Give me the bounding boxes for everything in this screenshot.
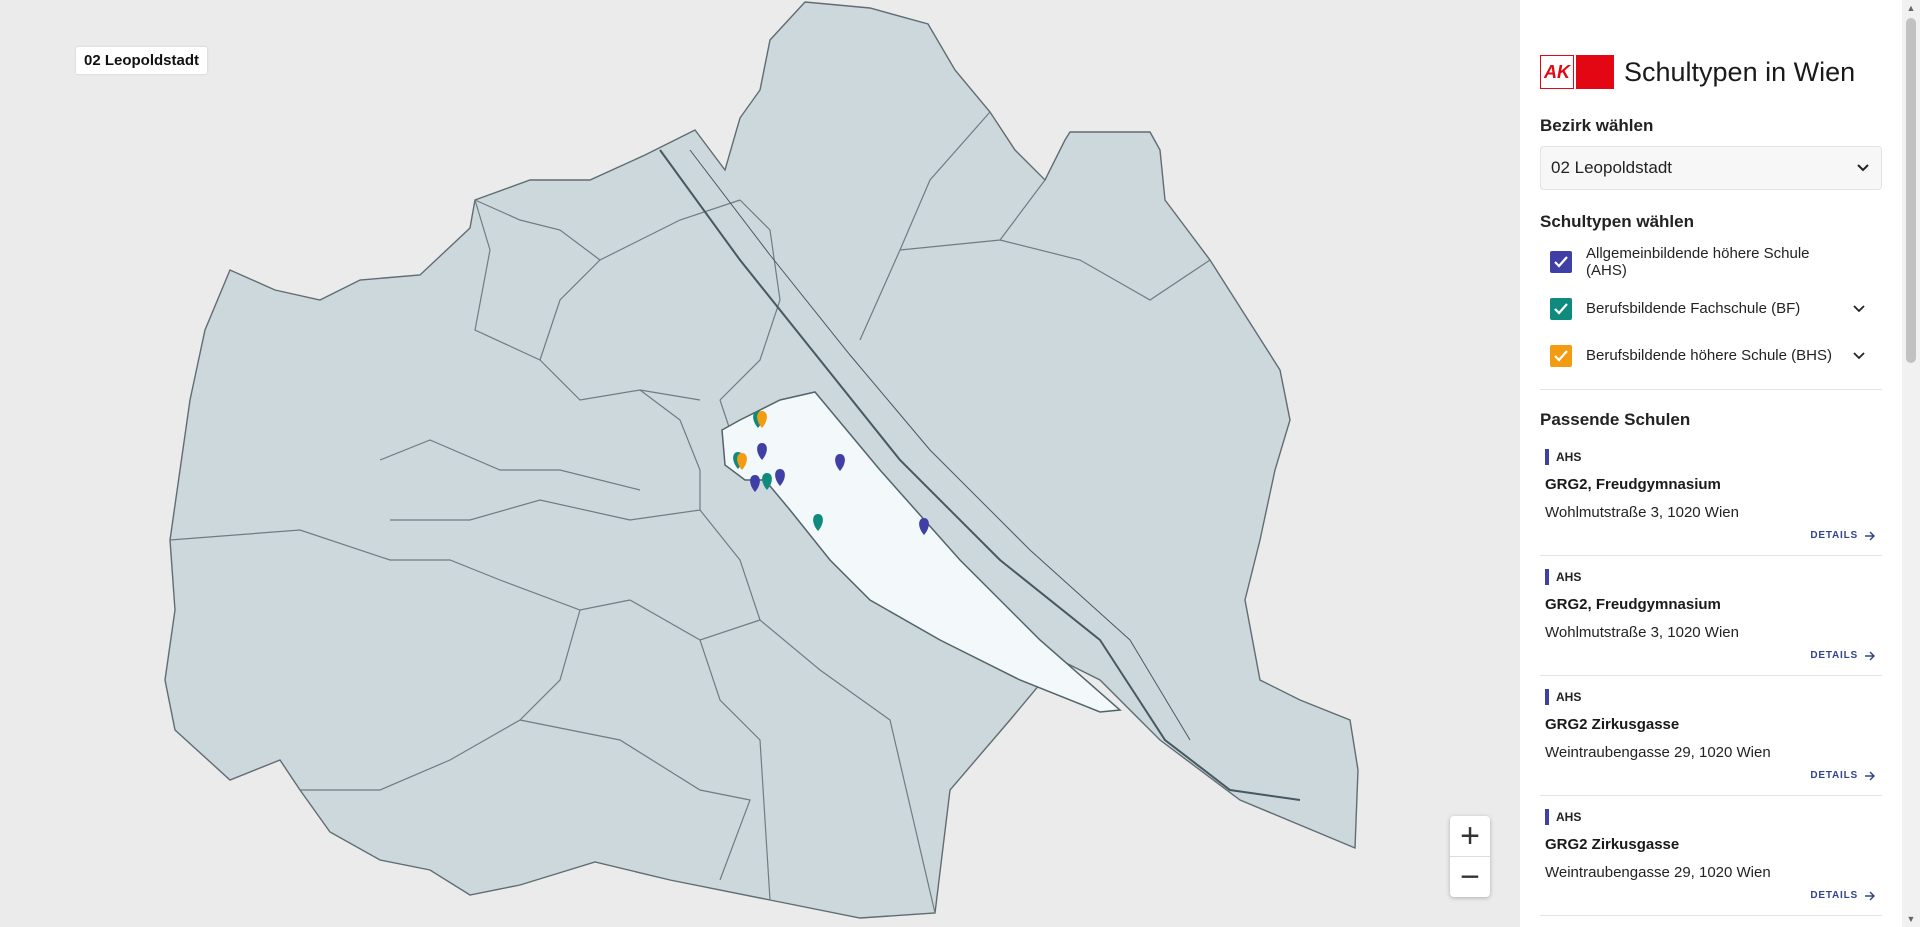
details-link-label: DETAILS [1810, 890, 1858, 901]
zoom-in-button[interactable]: + [1450, 816, 1490, 856]
scroll-down-icon[interactable]: ▼ [1906, 914, 1916, 924]
chevron-down-icon [1853, 351, 1865, 359]
ak-logo: AK [1540, 55, 1614, 89]
expand-toggle[interactable] [1848, 302, 1870, 316]
school-address: Wohlmutstraße 3, 1020 Wien [1545, 624, 1739, 641]
arrow-right-icon [1865, 651, 1875, 660]
school-type-option[interactable]: Allgemeinbildende höhere Schule (AHS) [1540, 238, 1882, 285]
district-heading: Bezirk wählen [1540, 116, 1654, 135]
school-address: Weintraubengasse 29, 1020 Wien [1545, 864, 1771, 881]
school-type-text: AHS [1556, 570, 1582, 584]
checkmark-icon [1554, 349, 1568, 362]
checkbox[interactable] [1550, 344, 1572, 367]
zoom-out-button[interactable]: − [1450, 856, 1490, 897]
details-link[interactable]: DETAILS [1810, 890, 1876, 901]
arrow-right-icon [1865, 531, 1875, 540]
type-color-bar [1545, 569, 1549, 585]
chevron-down-icon [1857, 164, 1869, 172]
school-type-text: AHS [1556, 810, 1582, 824]
results-heading: Passende Schulen [1540, 410, 1691, 429]
school-type-tag: AHS [1545, 689, 1882, 705]
chevron-down-icon [1853, 304, 1865, 312]
arrow-right-icon [1865, 771, 1875, 780]
school-address: Wohlmutstraße 3, 1020 Wien [1545, 504, 1739, 521]
school-type-label: Berufsbildende Fachschule (BF) [1586, 300, 1801, 317]
school-address: Weintraubengasse 29, 1020 Wien [1545, 744, 1771, 761]
side-panel: AK Schultypen in Wien Bezirk wählen 02 L… [1520, 0, 1902, 927]
types-heading: Schultypen wählen [1540, 212, 1694, 231]
school-name: GRG2 Zirkusgasse [1545, 716, 1680, 733]
panel-header: AK Schultypen in Wien [1540, 54, 1882, 90]
vienna-district-map[interactable] [0, 0, 1520, 927]
divider [1540, 389, 1882, 390]
school-name: GRG2, Freudgymnasium [1545, 596, 1721, 613]
zoom-control: + − [1450, 816, 1490, 897]
details-link-label: DETAILS [1810, 650, 1858, 661]
checkmark-icon [1554, 255, 1568, 268]
map-view[interactable]: 02 Leopoldstadt + − [0, 0, 1520, 927]
page-title: Schultypen in Wien [1624, 56, 1856, 87]
type-color-bar [1545, 689, 1549, 705]
district-select[interactable]: 02 Leopoldstadt [1540, 146, 1882, 190]
details-link[interactable]: DETAILS [1810, 530, 1876, 541]
school-card: AHS GRG2 Zirkusgasse Weintraubengasse 29, … [1540, 796, 1882, 916]
school-card: AHS GRG2 Zirkusgasse Weintraubengasse 29, … [1540, 676, 1882, 796]
district-label: 02 Leopoldstadt [76, 47, 208, 74]
school-type-tag: AHS [1545, 449, 1882, 465]
arrow-right-icon [1865, 891, 1875, 900]
school-name: GRG2 Zirkusgasse [1545, 836, 1680, 853]
school-type-label: Berufsbildende höhere Schule (BHS) [1586, 347, 1832, 364]
school-type-text: AHS [1556, 450, 1582, 464]
expand-toggle[interactable] [1848, 349, 1870, 363]
district-select-value: 02 Leopoldstadt [1551, 158, 1672, 177]
school-type-text: AHS [1556, 690, 1582, 704]
scroll-up-icon[interactable]: ▲ [1906, 3, 1916, 13]
school-type-option[interactable]: Berufsbildende höhere Schule (BHS) [1540, 332, 1882, 379]
checkbox[interactable] [1550, 250, 1572, 273]
school-type-tag: AHS [1545, 569, 1882, 585]
type-color-bar [1545, 809, 1549, 825]
details-link-label: DETAILS [1810, 530, 1858, 541]
school-type-tag: AHS [1545, 809, 1882, 825]
details-link[interactable]: DETAILS [1810, 650, 1876, 661]
school-card: AHS GRG2, Freudgymnasium Wohlmutstraße 3, … [1540, 436, 1882, 556]
checkmark-icon [1554, 302, 1568, 315]
scrollbar[interactable]: ▲ ▼ [1902, 0, 1920, 927]
school-type-filter-list: Allgemeinbildende höhere Schule (AHS) Ber… [1540, 238, 1882, 379]
school-list: AHS GRG2, Freudgymnasium Wohlmutstraße 3, … [1540, 436, 1882, 916]
school-type-option[interactable]: Berufsbildende Fachschule (BF) [1540, 285, 1882, 332]
checkbox[interactable] [1550, 297, 1572, 320]
details-link[interactable]: DETAILS [1810, 770, 1876, 781]
school-card: AHS GRG2, Freudgymnasium Wohlmutstraße 3, … [1540, 556, 1882, 676]
details-link-label: DETAILS [1810, 770, 1858, 781]
type-color-bar [1545, 449, 1549, 465]
scrollbar-thumb[interactable] [1906, 18, 1916, 363]
ak-logo-mark: AK [1540, 55, 1574, 89]
ak-logo-wordmark [1576, 55, 1614, 89]
school-type-label: Allgemeinbildende höhere Schule (AHS) [1586, 244, 1810, 279]
school-name: GRG2, Freudgymnasium [1545, 476, 1721, 493]
